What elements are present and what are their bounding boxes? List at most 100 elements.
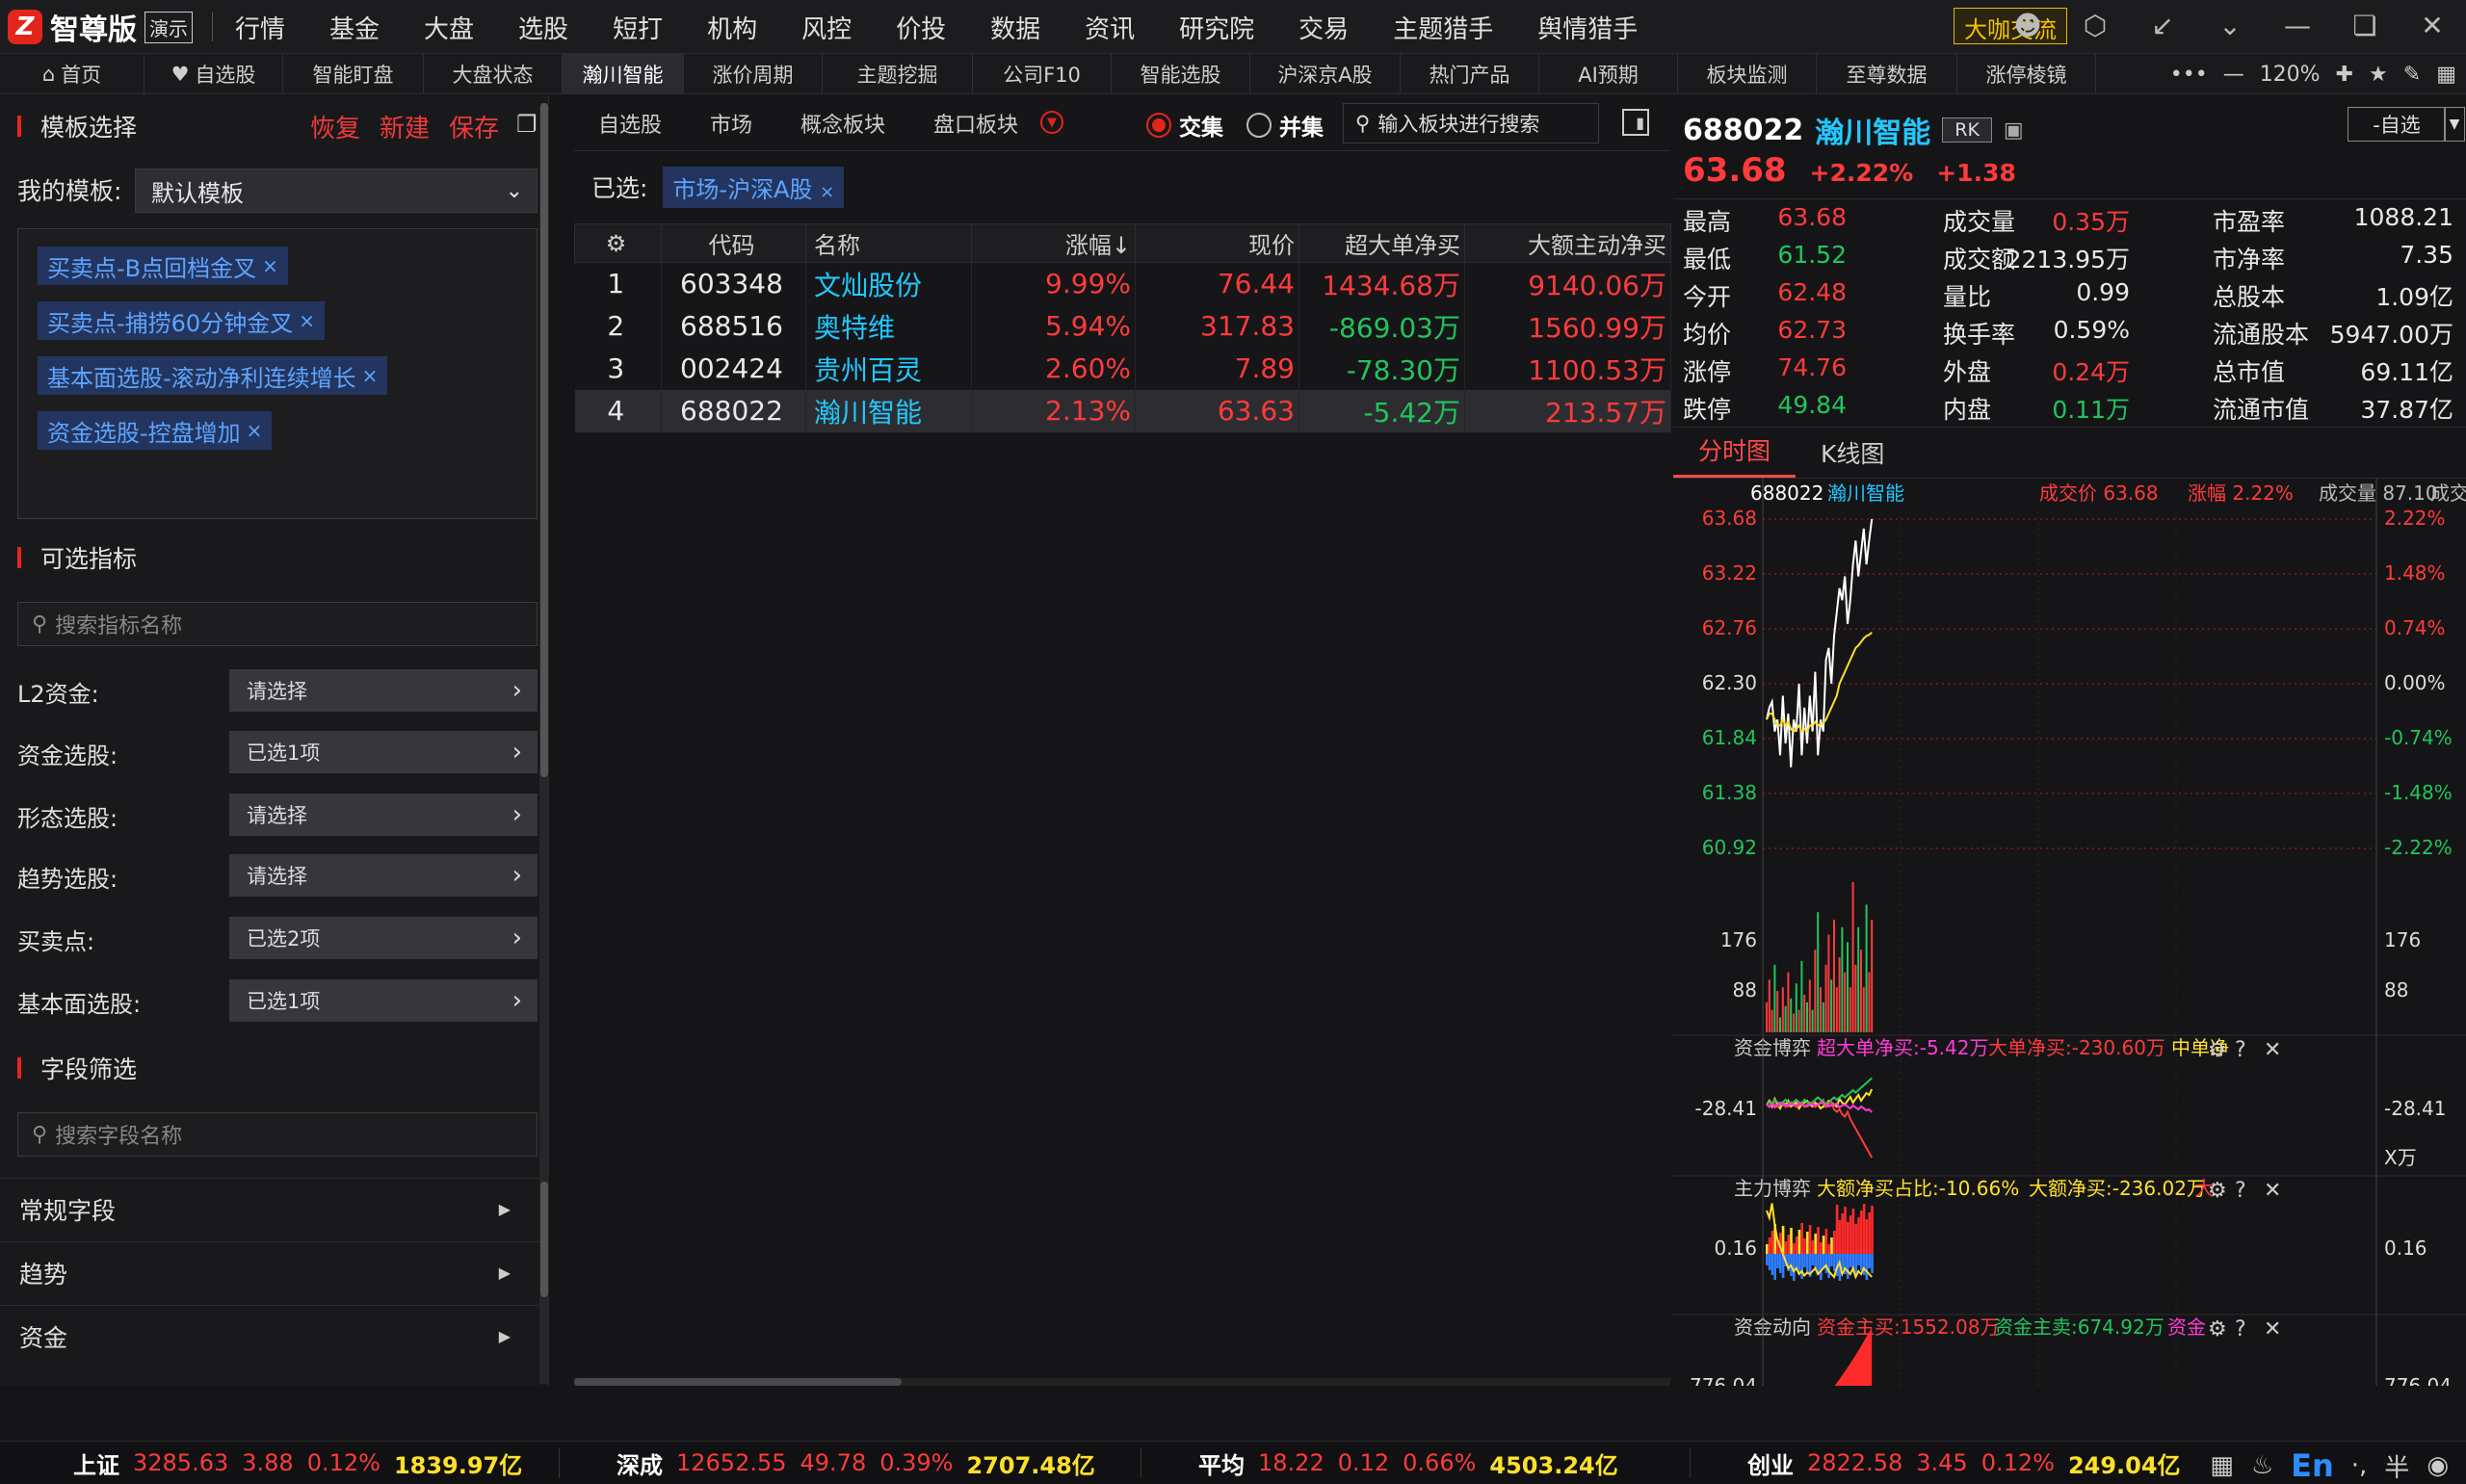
calendar-icon[interactable]: ▦ (2210, 1451, 2234, 1480)
dropdown-icon[interactable]: ⌄ (2214, 10, 2246, 41)
nav-item-11[interactable]: 交易 (1276, 10, 1371, 45)
tab-13[interactable]: 至尊数据 (1817, 54, 1957, 94)
tab-2[interactable]: 智能盯盘 (283, 54, 424, 94)
user-icon[interactable]: ☻ (2011, 10, 2044, 41)
pen-icon[interactable]: ✎ (2403, 63, 2421, 87)
nav-item-1[interactable]: 基金 (307, 10, 402, 45)
nav-item-2[interactable]: 大盘 (402, 10, 496, 45)
ime-punct-icon[interactable]: ·, (2351, 1451, 2368, 1480)
tab-10[interactable]: 热门产品 (1401, 54, 1539, 94)
help-icon[interactable]: ? (2235, 1179, 2246, 1203)
source-tab-2[interactable]: 概念板块 (776, 108, 909, 139)
settings-icon[interactable]: ⬡ (2079, 10, 2112, 41)
star-icon[interactable]: ★ (2369, 63, 2388, 87)
source-tab-1[interactable]: 市场 (686, 108, 776, 139)
filter-picker[interactable]: 已选1项 › (229, 731, 538, 773)
more-icon[interactable]: ••• (2170, 63, 2208, 87)
left-scrollbar[interactable] (539, 103, 549, 1384)
field-search-input[interactable]: ⚲ 搜索字段名称 (17, 1112, 538, 1157)
save-button[interactable]: 保存 (449, 109, 499, 144)
column-header[interactable]: 涨幅↓ (971, 223, 1136, 263)
minimize-icon[interactable]: — (2281, 10, 2314, 41)
app-logo[interactable]: Z 智尊版 演示 (8, 8, 193, 47)
nav-item-6[interactable]: 风控 (779, 10, 874, 45)
nav-item-0[interactable]: 行情 (213, 10, 307, 45)
tab-0[interactable]: ⌂ 首页 (0, 54, 144, 94)
tab-intraday[interactable]: 分时图 (1673, 432, 1797, 478)
source-tab-3[interactable]: 盘口板块 (909, 108, 1042, 139)
tab-14[interactable]: 涨停棱镜 (1957, 54, 2096, 94)
tab-1[interactable]: ♥ 自选股 (144, 54, 283, 94)
table-row[interactable]: 3 002424 贵州百灵 2.60% 7.89 -78.30万 1100.53万 (574, 347, 1671, 390)
table-hscrollbar[interactable] (574, 1378, 1670, 1386)
indicator-chip[interactable]: 买卖点-B点回档金叉 × (38, 247, 288, 285)
remove-icon[interactable]: × (299, 309, 315, 332)
remove-watchlist-button[interactable]: -自选 (2348, 107, 2446, 142)
zoom-in-icon[interactable]: ✚ (2336, 63, 2353, 87)
index-0[interactable]: 上证 3285.63 3.88 0.12% 1839.97亿 (73, 1442, 522, 1484)
sector-search-input[interactable]: ⚲ 输入板块进行搜索 (1343, 103, 1599, 143)
nav-item-8[interactable]: 数据 (968, 10, 1062, 45)
accordion-item[interactable]: 常规字段 ▶ (0, 1178, 539, 1239)
panel-toggle-icon[interactable]: ▮ (1622, 109, 1649, 136)
tab-4[interactable]: 瀚川智能 (563, 54, 684, 94)
column-settings-icon[interactable]: ⚙ (606, 230, 627, 257)
index-3[interactable]: 创业 2822.58 3.45 0.12% 249.04亿 (1747, 1442, 2181, 1484)
shirt-icon[interactable]: ◉ (2427, 1451, 2449, 1480)
column-header[interactable]: 名称 (805, 223, 972, 263)
help-icon[interactable]: ? (2235, 1038, 2246, 1062)
radio-union[interactable]: 并集 (1246, 109, 1324, 142)
index-1[interactable]: 深成 12652.55 49.78 0.39% 2707.48亿 (616, 1442, 1095, 1484)
remove-icon[interactable]: × (247, 419, 263, 442)
ime-lang[interactable]: En (2291, 1447, 2334, 1484)
column-header[interactable]: 代码 (661, 223, 806, 263)
table-row[interactable]: 2 688516 奥特维 5.94% 317.83 -869.03万 1560.99万 (574, 304, 1671, 348)
settings-icon[interactable]: ⚙ (2208, 1179, 2227, 1203)
template-select[interactable]: 默认模板 ⌄ (135, 169, 538, 213)
selected-chip[interactable]: 市场-沪深A股 × (663, 166, 845, 208)
tab-11[interactable]: AI预期 (1539, 54, 1678, 94)
nav-item-9[interactable]: 资讯 (1062, 10, 1157, 45)
nav-item-4[interactable]: 短打 (590, 10, 685, 45)
accordion-item[interactable]: 资金 ▶ (0, 1305, 539, 1367)
indicator-chip[interactable]: 买卖点-捕捞60分钟金叉 × (38, 301, 325, 340)
column-header[interactable]: ⚙ (574, 223, 662, 263)
indicator-chip[interactable]: 资金选股-控盘增加 × (38, 411, 273, 450)
nav-item-12[interactable]: 主题猎手 (1371, 10, 1515, 45)
zoom-out-icon[interactable]: — (2223, 63, 2244, 87)
bell-icon[interactable]: ▣ (2004, 118, 2024, 143)
remove-icon[interactable]: × (262, 254, 278, 277)
close-icon[interactable]: ✕ (2264, 1317, 2281, 1341)
help-icon[interactable]: ? (2235, 1317, 2246, 1341)
nav-item-7[interactable]: 价投 (874, 10, 968, 45)
dropdown-icon[interactable]: ▼ (1040, 111, 1063, 134)
tab-3[interactable]: 大盘状态 (424, 54, 563, 94)
ime-mode[interactable]: 半 (2384, 1448, 2409, 1484)
filter-picker[interactable]: 已选1项 › (229, 979, 538, 1022)
bell-icon[interactable]: ♨ (2251, 1451, 2273, 1480)
rk-tag[interactable]: RK (1942, 117, 1992, 143)
layout-icon[interactable]: ▦ (2436, 63, 2456, 87)
filter-picker[interactable]: 已选2项 › (229, 917, 538, 959)
source-tab-0[interactable]: 自选股 (574, 108, 686, 139)
radio-intersect[interactable]: 交集 (1146, 109, 1223, 142)
indicator-search-input[interactable]: ⚲ 搜索指标名称 (17, 602, 538, 646)
stock-name[interactable]: 瀚川智能 (1815, 109, 1930, 151)
column-header[interactable]: 大额主动净买 (1464, 223, 1671, 263)
settings-icon[interactable]: ⚙ (2208, 1038, 2227, 1062)
table-row[interactable]: 4 688022 瀚川智能 2.13% 63.63 -5.42万 213.57万 (574, 389, 1671, 432)
tab-12[interactable]: 板块监测 (1678, 54, 1817, 94)
remove-icon[interactable]: × (820, 182, 834, 202)
close-icon[interactable]: ✕ (2416, 10, 2449, 41)
restore-icon[interactable]: ❏ (2348, 10, 2381, 41)
settings-icon[interactable]: ⚙ (2208, 1317, 2227, 1341)
index-2[interactable]: 平均 18.22 0.12 0.66% 4503.24亿 (1198, 1442, 1618, 1484)
nav-item-3[interactable]: 选股 (496, 10, 590, 45)
tab-8[interactable]: 智能选股 (1112, 54, 1250, 94)
indicator-chip[interactable]: 基本面选股-滚动净利连续增长 × (38, 356, 388, 395)
filter-picker[interactable]: 请选择 › (229, 794, 538, 836)
filter-picker[interactable]: 请选择 › (229, 854, 538, 897)
filter-picker[interactable]: 请选择 › (229, 669, 538, 712)
close-icon[interactable]: ✕ (2264, 1038, 2281, 1062)
close-icon[interactable]: ✕ (2264, 1179, 2281, 1203)
